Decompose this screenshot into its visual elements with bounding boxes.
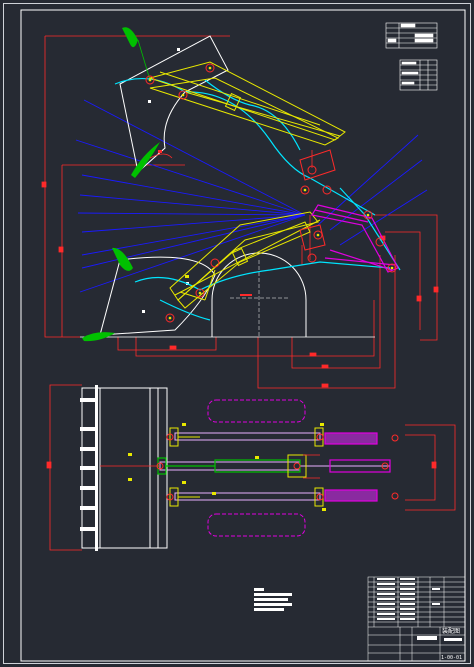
elevation-view xyxy=(41,27,439,389)
parameter-table-top xyxy=(385,22,438,49)
bucket-raised-tooth-top xyxy=(122,27,138,48)
outer-frame xyxy=(3,3,471,664)
pivot-pins-yellow xyxy=(148,66,394,320)
wheel-outline xyxy=(211,252,307,337)
technical-notes xyxy=(254,588,292,611)
angle-arc xyxy=(149,153,173,159)
drawing-number: 1-00-01 xyxy=(441,655,462,661)
bucket-teeth-plan xyxy=(80,385,98,551)
parameter-table-middle xyxy=(399,59,438,91)
dimension-lines-plan xyxy=(46,384,456,551)
bucket-raised xyxy=(119,35,229,173)
hydraulic-cylinders-plan xyxy=(324,432,391,502)
title-block-label: 装配图 xyxy=(442,627,460,635)
wheel-top-plan xyxy=(207,399,306,423)
plan-view xyxy=(46,384,456,551)
cad-drawing-sheet: 装配图 1-00-01 xyxy=(3,3,471,664)
central-cylinder-plan xyxy=(157,457,301,475)
wheel-bottom-plan xyxy=(207,513,306,537)
